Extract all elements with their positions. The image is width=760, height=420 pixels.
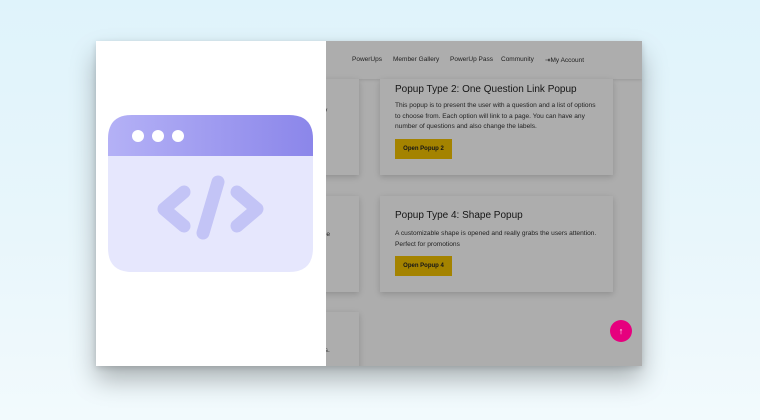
scroll-to-top-button[interactable]: ↑ <box>610 320 632 342</box>
arrow-up-icon: ↑ <box>618 326 624 336</box>
window-dot-1 <box>132 130 144 142</box>
window-dot-3 <box>172 130 184 142</box>
window-dot-2 <box>152 130 164 142</box>
code-window-icon <box>108 115 313 272</box>
